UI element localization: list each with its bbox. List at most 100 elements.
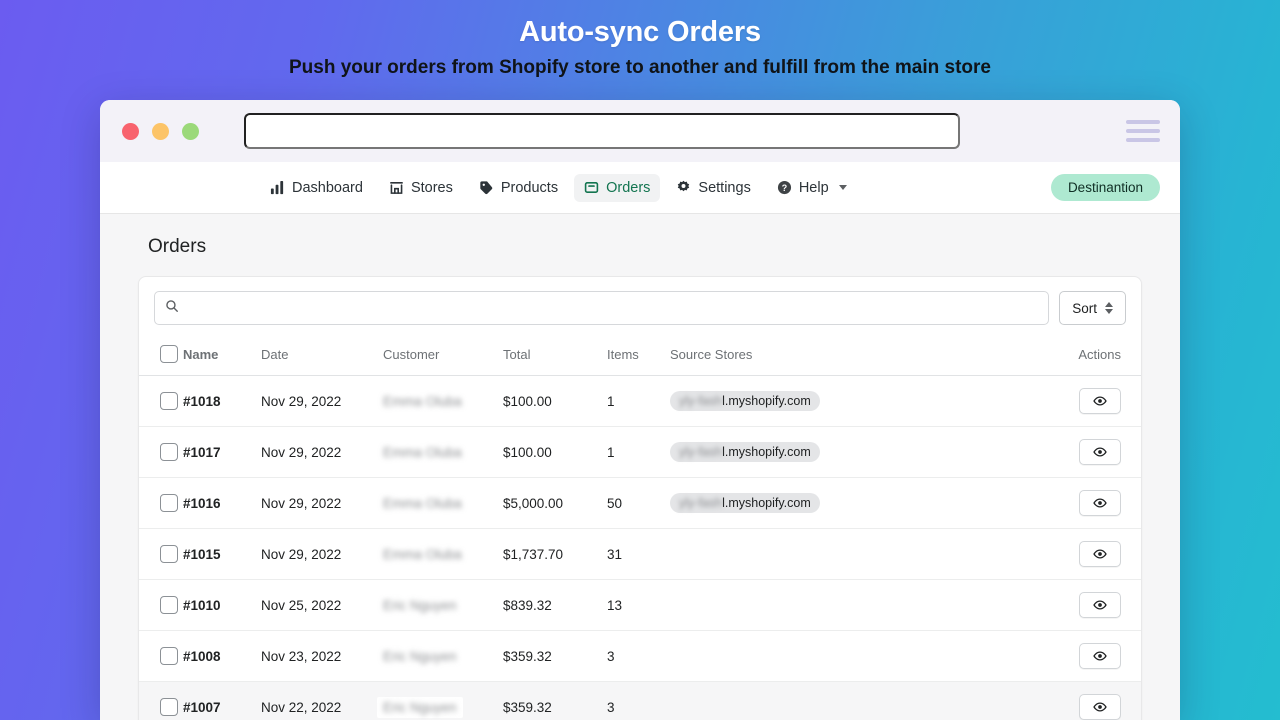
order-source-stores bbox=[670, 630, 898, 682]
row-select-cell bbox=[139, 579, 183, 631]
sort-arrows-icon bbox=[1105, 302, 1113, 314]
source-store-prefix: yly-fash bbox=[679, 445, 723, 459]
browser-chrome-bar bbox=[100, 100, 1180, 162]
source-store-pill: yly-fash l.myshopify.com bbox=[670, 493, 820, 513]
hamburger-menu-icon[interactable] bbox=[1126, 120, 1160, 142]
customer-name: Eric Nguyen bbox=[383, 648, 457, 664]
orders-table-head: Name Date Customer Total Items Source St… bbox=[139, 338, 1141, 376]
order-items: 1 bbox=[607, 375, 670, 427]
search-input[interactable] bbox=[186, 292, 1039, 324]
view-order-button[interactable] bbox=[1079, 694, 1121, 720]
order-customer: Emma Oluba bbox=[383, 528, 503, 580]
order-name: #1017 bbox=[183, 426, 261, 478]
row-checkbox[interactable] bbox=[160, 596, 178, 614]
nav-item-label: Orders bbox=[606, 179, 651, 196]
order-name: #1015 bbox=[183, 528, 261, 580]
order-date: Nov 29, 2022 bbox=[261, 426, 383, 478]
nav-item-help[interactable]: ? Help bbox=[767, 174, 857, 202]
select-all-checkbox[interactable] bbox=[160, 345, 178, 363]
search-icon bbox=[165, 299, 179, 318]
select-all-header bbox=[139, 338, 183, 376]
customer-name: Emma Oluba bbox=[383, 546, 462, 562]
order-date: Nov 29, 2022 bbox=[261, 528, 383, 580]
order-name: #1016 bbox=[183, 477, 261, 529]
table-row[interactable]: #1007 Nov 22, 2022 Eric Nguyen $359.32 3 bbox=[139, 681, 1141, 720]
order-box-icon bbox=[584, 180, 599, 195]
svg-text:?: ? bbox=[782, 183, 787, 193]
table-header-row: Name Date Customer Total Items Source St… bbox=[139, 338, 1141, 376]
app-navigation-bar: Dashboard Stores Products Orders Setting… bbox=[100, 162, 1180, 214]
nav-item-products[interactable]: Products bbox=[469, 174, 568, 202]
order-total: $359.32 bbox=[503, 681, 607, 720]
row-select-cell bbox=[139, 681, 183, 720]
order-items: 13 bbox=[607, 579, 670, 631]
order-source-stores bbox=[670, 681, 898, 720]
column-header-source-stores: Source Stores bbox=[670, 338, 898, 376]
sort-button-label: Sort bbox=[1072, 300, 1097, 316]
close-window-button[interactable] bbox=[122, 122, 139, 140]
view-order-button[interactable] bbox=[1079, 541, 1121, 567]
source-store-suffix: l.myshopify.com bbox=[722, 445, 811, 459]
bar-chart-icon bbox=[270, 180, 285, 195]
nav-item-settings[interactable]: Settings bbox=[666, 174, 760, 202]
customer-name: Emma Oluba bbox=[383, 495, 462, 511]
order-name: #1018 bbox=[183, 375, 261, 427]
nav-item-stores[interactable]: Stores bbox=[379, 174, 463, 202]
order-date: Nov 25, 2022 bbox=[261, 579, 383, 631]
row-checkbox[interactable] bbox=[160, 443, 178, 461]
browser-window: Dashboard Stores Products Orders Setting… bbox=[100, 100, 1180, 720]
order-total: $100.00 bbox=[503, 375, 607, 427]
row-select-cell bbox=[139, 426, 183, 478]
row-checkbox[interactable] bbox=[160, 392, 178, 410]
row-select-cell bbox=[139, 477, 183, 529]
table-row[interactable]: #1010 Nov 25, 2022 Eric Nguyen $839.32 13 bbox=[139, 579, 1141, 631]
promo-title: Auto-sync Orders bbox=[519, 16, 761, 48]
order-customer: Emma Oluba bbox=[383, 477, 503, 529]
source-store-prefix: yly-fash bbox=[679, 496, 723, 510]
table-row[interactable]: #1008 Nov 23, 2022 Eric Nguyen $359.32 3 bbox=[139, 630, 1141, 682]
sort-button[interactable]: Sort bbox=[1059, 291, 1126, 325]
order-total: $839.32 bbox=[503, 579, 607, 631]
url-input[interactable] bbox=[244, 113, 960, 149]
view-order-button[interactable] bbox=[1079, 490, 1121, 516]
orders-table: Name Date Customer Total Items Source St… bbox=[139, 338, 1141, 720]
view-order-button[interactable] bbox=[1079, 592, 1121, 618]
source-store-suffix: l.myshopify.com bbox=[722, 394, 811, 408]
order-actions bbox=[898, 681, 1141, 720]
nav-item-label: Help bbox=[798, 179, 829, 196]
orders-page: Orders Sort Name Date Customer Total Ite… bbox=[100, 214, 1180, 720]
row-select-cell bbox=[139, 528, 183, 580]
maximize-window-button[interactable] bbox=[182, 122, 199, 140]
customer-name: Eric Nguyen bbox=[383, 699, 457, 715]
row-checkbox[interactable] bbox=[160, 698, 178, 716]
table-row[interactable]: #1017 Nov 29, 2022 Emma Oluba $100.00 1 yly-f… bbox=[139, 426, 1141, 478]
order-items: 31 bbox=[607, 528, 670, 580]
order-name: #1010 bbox=[183, 579, 261, 631]
destination-badge[interactable]: Destinantion bbox=[1050, 174, 1160, 201]
order-name: #1007 bbox=[183, 681, 261, 720]
search-box[interactable] bbox=[154, 291, 1050, 325]
nav-item-dashboard[interactable]: Dashboard bbox=[260, 174, 373, 202]
nav-item-orders[interactable]: Orders bbox=[574, 173, 661, 202]
table-row[interactable]: #1018 Nov 29, 2022 Emma Oluba $100.00 1 yly-f… bbox=[139, 375, 1141, 427]
source-store-pill: yly-fash l.myshopify.com bbox=[670, 391, 820, 411]
view-order-button[interactable] bbox=[1079, 643, 1121, 669]
column-header-total: Total bbox=[503, 338, 607, 376]
minimize-window-button[interactable] bbox=[152, 122, 169, 140]
row-checkbox[interactable] bbox=[160, 545, 178, 563]
table-row[interactable]: #1016 Nov 29, 2022 Emma Oluba $5,000.00 50 yl… bbox=[139, 477, 1141, 529]
order-items: 3 bbox=[607, 630, 670, 682]
column-header-name: Name bbox=[183, 338, 261, 376]
order-items: 3 bbox=[607, 681, 670, 720]
order-customer: Eric Nguyen bbox=[383, 579, 503, 631]
row-checkbox[interactable] bbox=[160, 647, 178, 665]
order-customer: Eric Nguyen bbox=[377, 681, 503, 720]
row-checkbox[interactable] bbox=[160, 494, 178, 512]
view-order-button[interactable] bbox=[1079, 439, 1121, 465]
table-row[interactable]: #1015 Nov 29, 2022 Emma Oluba $1,737.70 31 bbox=[139, 528, 1141, 580]
order-source-stores: yly-fash l.myshopify.com bbox=[670, 375, 898, 427]
order-source-stores: yly-fash l.myshopify.com bbox=[670, 477, 898, 529]
view-order-button[interactable] bbox=[1079, 388, 1121, 414]
promo-subtitle: Push your orders from Shopify store to a… bbox=[288, 57, 992, 79]
gear-icon bbox=[676, 180, 691, 195]
